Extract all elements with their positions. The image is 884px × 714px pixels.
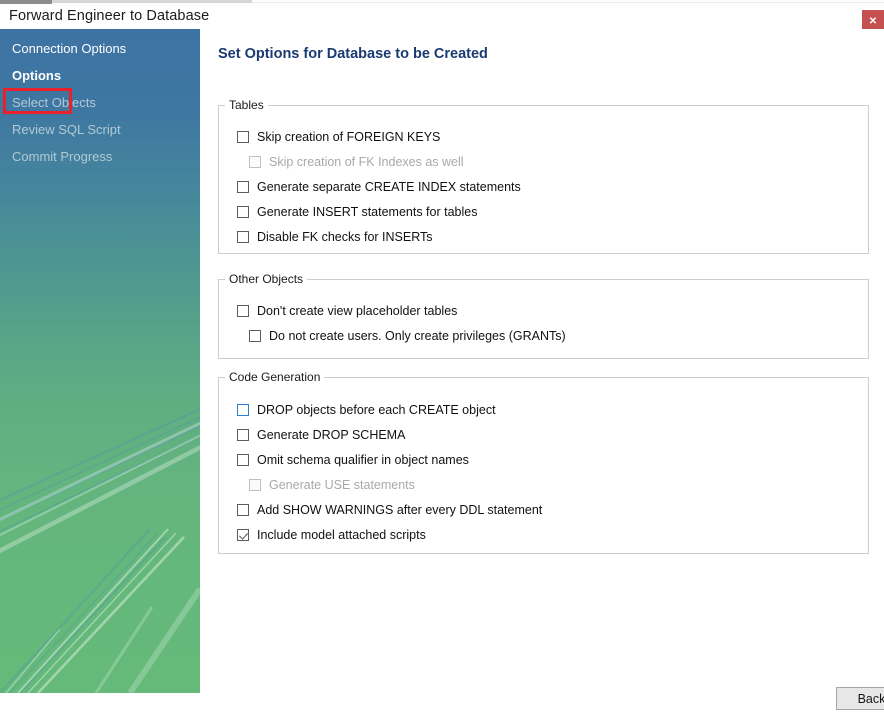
sidebar-item-label: Connection Options	[12, 41, 127, 56]
chrome-strip-light	[52, 0, 252, 3]
sidebar-item-commit-progress[interactable]: Commit Progress	[12, 149, 112, 164]
checkbox-label: Omit schema qualifier in object names	[257, 453, 469, 467]
checkbox-box-icon[interactable]	[237, 305, 249, 317]
group-legend: Other Objects	[229, 272, 304, 286]
checkbox-label: Skip creation of FOREIGN KEYS	[257, 130, 441, 144]
checkbox-generate-separate-create-index-statements[interactable]: Generate separate CREATE INDEX statement…	[237, 180, 521, 194]
checkbox-drop-objects-before-each-create-object[interactable]: DROP objects before each CREATE object	[237, 403, 496, 417]
checkbox-generate-drop-schema[interactable]: Generate DROP SCHEMA	[237, 428, 405, 442]
sidebar-item-select-objects[interactable]: Select Objects	[12, 95, 96, 110]
checkbox-box-icon	[249, 156, 261, 168]
checkbox-label: Do not create users. Only create privile…	[269, 329, 566, 343]
checkbox-label: Generate DROP SCHEMA	[257, 428, 406, 442]
main-panel: Set Options for Database to be Created T…	[200, 29, 884, 710]
sidebar-item-label: Options	[12, 68, 62, 83]
group-other-objects: Other Objects Don't create view placehol…	[218, 272, 869, 359]
sidebar-item-review-sql-script[interactable]: Review SQL Script	[12, 122, 121, 137]
wizard-sidebar: Connection Options Options Select Object…	[0, 29, 200, 693]
sidebar-item-label: Commit Progress	[12, 149, 113, 164]
checkbox-label: Add SHOW WARNINGS after every DDL statem…	[257, 503, 543, 517]
checkbox-generate-insert-statements-for-tables[interactable]: Generate INSERT statements for tables	[237, 205, 477, 219]
group-code-generation: Code Generation DROP objects before each…	[218, 370, 869, 554]
group-legend: Tables	[229, 98, 264, 112]
checkbox-box-icon[interactable]	[249, 330, 261, 342]
title-bar: Forward Engineer to Database ✕	[0, 5, 884, 33]
checkbox-label: Generate INSERT statements for tables	[257, 205, 478, 219]
checkbox-label: Don't create view placeholder tables	[257, 304, 458, 318]
checkbox-dont-create-view-placeholder-tables[interactable]: Don't create view placeholder tables	[237, 304, 457, 318]
group-legend: Code Generation	[229, 370, 321, 384]
checkbox-box-icon[interactable]	[237, 529, 249, 541]
checkbox-box-icon[interactable]	[237, 231, 249, 243]
checkbox-box-icon[interactable]	[237, 181, 249, 193]
checkbox-box-icon	[249, 479, 261, 491]
checkbox-skip-creation-of-fk-indexes-as-well: Skip creation of FK Indexes as well	[249, 155, 464, 169]
checkbox-box-icon[interactable]	[237, 404, 249, 416]
checkbox-generate-use-statements: Generate USE statements	[249, 478, 415, 492]
checkbox-omit-schema-qualifier-in-object-names[interactable]: Omit schema qualifier in object names	[237, 453, 469, 467]
group-tables: Tables Skip creation of FOREIGN KEYS Ski…	[218, 98, 869, 254]
sidebar-item-label: Select Objects	[12, 95, 96, 110]
sidebar-item-connection-options[interactable]: Connection Options	[12, 41, 126, 56]
checkbox-label: DROP objects before each CREATE object	[257, 403, 496, 417]
checkbox-box-icon[interactable]	[237, 429, 249, 441]
checkbox-label: Include model attached scripts	[257, 528, 426, 542]
checkbox-box-icon[interactable]	[237, 131, 249, 143]
sidebar-item-options[interactable]: Options	[12, 68, 61, 83]
sidebar-item-label: Review SQL Script	[12, 122, 121, 137]
window-title: Forward Engineer to Database	[9, 8, 210, 24]
checkbox-disable-fk-checks-for-inserts[interactable]: Disable FK checks for INSERTs	[237, 230, 433, 244]
chrome-strip-faint	[252, 2, 884, 3]
checkbox-label: Generate USE statements	[269, 478, 415, 492]
checkbox-add-show-warnings-after-every-ddl-statement[interactable]: Add SHOW WARNINGS after every DDL statem…	[237, 503, 542, 517]
checkbox-label: Disable FK checks for INSERTs	[257, 230, 433, 244]
chrome-strip-dark	[0, 0, 52, 4]
checkbox-label: Skip creation of FK Indexes as well	[269, 155, 464, 169]
checkbox-skip-creation-of-foreign-keys[interactable]: Skip creation of FOREIGN KEYS	[237, 130, 440, 144]
back-button[interactable]: Back	[836, 687, 884, 710]
checkbox-label: Generate separate CREATE INDEX statement…	[257, 180, 521, 194]
checkbox-include-model-attached-scripts[interactable]: Include model attached scripts	[237, 528, 426, 542]
checkbox-box-icon[interactable]	[237, 206, 249, 218]
checkbox-box-icon[interactable]	[237, 454, 249, 466]
checkbox-box-icon[interactable]	[237, 504, 249, 516]
page-title: Set Options for Database to be Created	[218, 46, 488, 62]
checkbox-do-not-create-users-only-create-privileges[interactable]: Do not create users. Only create privile…	[249, 329, 566, 343]
